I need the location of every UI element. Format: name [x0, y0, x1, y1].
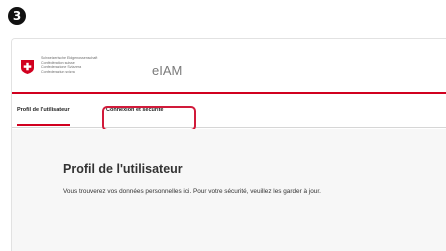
confederation-names: Schweizerische Eidgenossenschaft Confédé… [41, 56, 131, 74]
screenshot-frame: 3 Schweizerische Eidgenossenschaft Confé… [0, 0, 446, 251]
main-content: Profil de l'utilisateur Vous trouverez v… [12, 129, 446, 251]
page-title: Profil de l'utilisateur [63, 162, 183, 176]
page-intro: Vous trouverez vos données personnelles … [63, 188, 321, 195]
confederation-name-rm: Confederaziun svizra [41, 69, 75, 74]
app-title: eIAM [152, 63, 183, 78]
site-header: Schweizerische Eidgenossenschaft Confédé… [12, 39, 446, 92]
step-badge: 3 [8, 7, 26, 25]
swiss-flag-icon [21, 60, 34, 74]
tab-highlight-annotation [102, 106, 196, 131]
tab-user-profile[interactable]: Profil de l'utilisateur [17, 107, 70, 126]
browser-window: Schweizerische Eidgenossenschaft Confédé… [11, 38, 446, 251]
main-nav: Profil de l'utilisateur Connexion et séc… [12, 94, 446, 128]
